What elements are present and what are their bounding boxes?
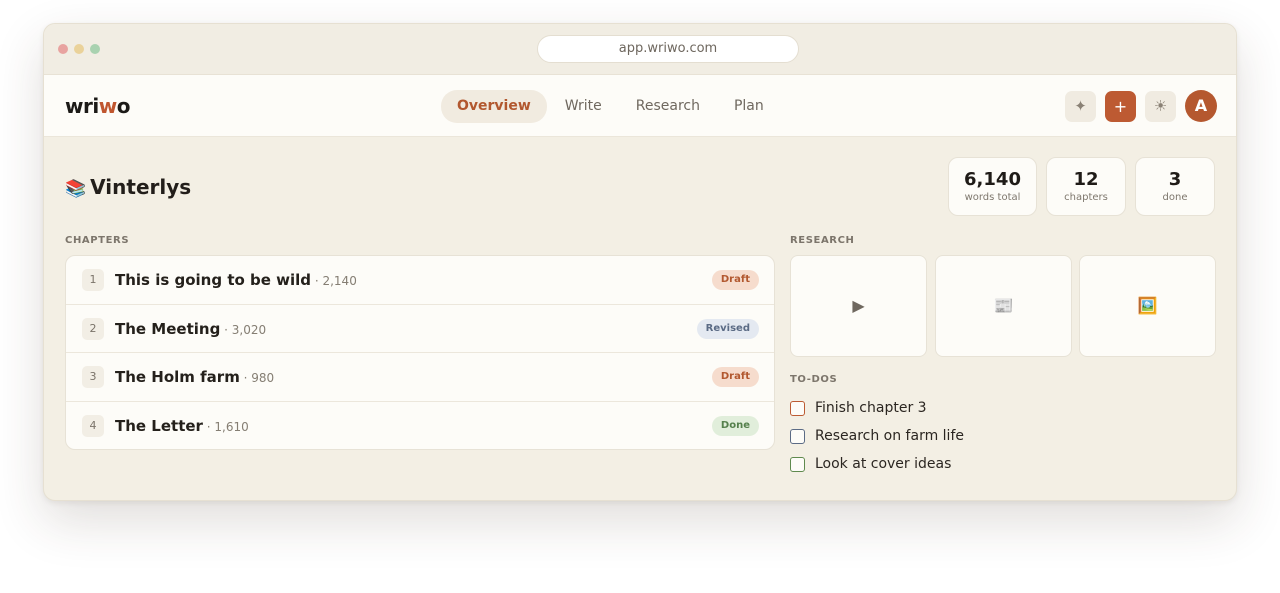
video-play-icon: ▶ bbox=[852, 296, 865, 315]
picture-icon: 🖼️ bbox=[1137, 296, 1158, 315]
chapter-row[interactable]: 1 This is going to be wild · 2,140 Draft bbox=[66, 256, 774, 305]
stat-label: done bbox=[1162, 192, 1188, 203]
maximize-window-button[interactable] bbox=[90, 44, 100, 54]
books-icon: 📚 bbox=[65, 179, 87, 199]
chapter-row[interactable]: 3 The Holm farm · 980 Draft bbox=[66, 353, 774, 402]
book-title: 📚 Vinterlys bbox=[65, 175, 191, 199]
chapter-number: 2 bbox=[82, 317, 104, 340]
ai-assist-button[interactable]: ✦ bbox=[1065, 91, 1096, 122]
chapters-heading: CHAPTERS bbox=[65, 235, 130, 246]
tab-overview[interactable]: Overview bbox=[441, 90, 547, 123]
stat-value: 3 bbox=[1168, 169, 1182, 190]
research-card-video[interactable]: ▶ bbox=[790, 255, 927, 357]
logo-text-end: o bbox=[116, 94, 131, 118]
theme-toggle-button[interactable]: ☀ bbox=[1145, 91, 1176, 122]
title-bar: app.wriwo.com bbox=[44, 24, 1236, 75]
minimize-window-button[interactable] bbox=[74, 44, 84, 54]
stat-done: 3 done bbox=[1135, 157, 1215, 216]
tab-research[interactable]: Research bbox=[620, 90, 716, 123]
stat-value: 6,140 bbox=[964, 169, 1021, 190]
sparkle-icon: ✦ bbox=[1074, 97, 1087, 115]
stat-label: chapters bbox=[1064, 192, 1108, 203]
status-badge: Draft bbox=[711, 270, 759, 290]
add-button[interactable]: + bbox=[1105, 91, 1136, 122]
stat-value: 12 bbox=[1073, 169, 1099, 190]
chapter-row[interactable]: 4 The Letter · 1,610 Done bbox=[66, 402, 774, 450]
status-badge: Revised bbox=[696, 318, 759, 339]
chapter-word-count: · 1,610 bbox=[202, 419, 249, 434]
chapter-number: 3 bbox=[82, 366, 104, 388]
tab-plan[interactable]: Plan bbox=[718, 90, 780, 123]
todo-checkbox[interactable] bbox=[790, 401, 805, 416]
todos-heading: TO-DOS bbox=[790, 374, 838, 385]
chapter-word-count: · 2,140 bbox=[311, 274, 357, 288]
close-window-button[interactable] bbox=[58, 44, 68, 54]
status-badge: Done bbox=[711, 415, 759, 436]
user-avatar[interactable]: A bbox=[1185, 90, 1217, 122]
chapter-row[interactable]: 2 The Meeting · 3,020 Revised bbox=[66, 305, 774, 353]
todo-text: Research on farm life bbox=[815, 428, 964, 444]
status-badge: Draft bbox=[711, 367, 759, 387]
chapter-number: 4 bbox=[82, 414, 104, 437]
overview-content: 📚 Vinterlys 6,140 words total 12 chapters… bbox=[44, 137, 1236, 500]
newspaper-icon: 📰 bbox=[993, 296, 1014, 315]
sun-icon: ☀ bbox=[1153, 97, 1168, 115]
chapter-title: This is going to be wild · 2,140 bbox=[115, 271, 357, 289]
chapter-title-text: The Letter bbox=[115, 416, 203, 435]
app-header: wriwo Overview Write Research Plan ✦ + ☀… bbox=[44, 75, 1236, 137]
todo-checkbox[interactable] bbox=[790, 457, 805, 472]
logo-text-accent: w bbox=[98, 94, 117, 118]
chapter-word-count: · 3,020 bbox=[220, 322, 267, 337]
book-title-text: Vinterlys bbox=[90, 175, 192, 199]
stat-label: words total bbox=[964, 192, 1021, 203]
stat-chapters: 12 chapters bbox=[1046, 157, 1126, 216]
main-nav: Overview Write Research Plan bbox=[441, 90, 782, 123]
plus-icon: + bbox=[1113, 97, 1128, 116]
chapter-title-text: This is going to be wild bbox=[115, 271, 312, 289]
todo-checkbox[interactable] bbox=[790, 429, 805, 444]
chapters-list: 1 This is going to be wild · 2,140 Draft… bbox=[65, 255, 775, 450]
chapter-word-count: · 980 bbox=[239, 371, 275, 385]
chapter-title-text: The Meeting bbox=[115, 319, 221, 338]
stat-words-total: 6,140 words total bbox=[948, 157, 1037, 216]
address-bar[interactable]: app.wriwo.com bbox=[537, 35, 799, 63]
chapter-title-text: The Holm farm bbox=[115, 368, 240, 386]
research-card-image[interactable]: 🖼️ bbox=[1079, 255, 1216, 357]
chapter-title: The Letter · 1,610 bbox=[115, 417, 249, 435]
tab-write[interactable]: Write bbox=[549, 90, 618, 123]
research-card-article[interactable]: 📰 bbox=[935, 255, 1072, 357]
wriwo-logo[interactable]: wriwo bbox=[65, 94, 130, 118]
todo-text: Look at cover ideas bbox=[815, 456, 952, 472]
chapter-number: 1 bbox=[82, 269, 104, 291]
chapter-title: The Meeting · 3,020 bbox=[115, 320, 266, 338]
todo-text: Finish chapter 3 bbox=[815, 400, 927, 416]
browser-window: app.wriwo.com wriwo Overview Write Resea… bbox=[43, 23, 1237, 501]
research-heading: RESEARCH bbox=[790, 235, 855, 246]
logo-text-main: wri bbox=[65, 94, 99, 118]
chapter-title: The Holm farm · 980 bbox=[115, 368, 274, 386]
